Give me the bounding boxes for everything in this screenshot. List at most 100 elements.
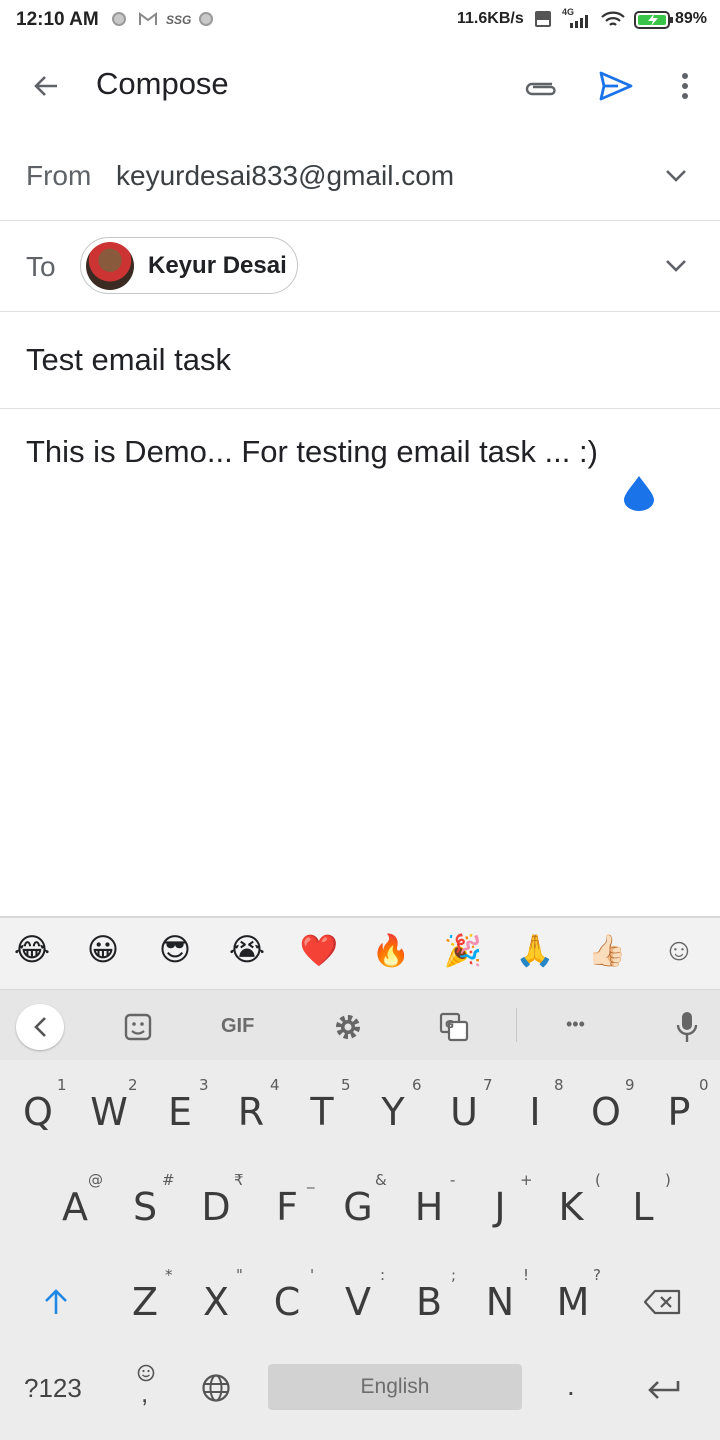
key-hint: " [236,1266,243,1284]
send-icon[interactable] [594,64,638,108]
translate-icon[interactable]: G [436,1010,472,1044]
recipient-chip[interactable]: Keyur Desai [80,237,298,294]
key-y[interactable]: Y [365,1090,421,1134]
chevron-down-icon[interactable] [660,160,692,192]
key-f[interactable]: F [259,1185,315,1229]
key-hint: 5 [341,1076,351,1094]
period-key[interactable]: . [567,1370,575,1402]
key-l[interactable]: L [615,1185,671,1229]
key-p[interactable]: P [651,1090,707,1134]
attachment-icon[interactable] [518,64,562,108]
key-hint: & [375,1171,387,1189]
key-hint: 6 [412,1076,422,1094]
emoji-key[interactable]: 🔥 [371,932,411,969]
to-label: To [26,251,56,282]
key-k[interactable]: K [543,1185,599,1229]
key-w[interactable]: W [81,1090,137,1134]
key-r[interactable]: R [223,1090,279,1134]
gif-button[interactable]: GIF [221,1015,254,1038]
gmail-notification-icon [139,12,157,25]
from-field[interactable]: keyurdesai833@gmail.com [116,160,454,192]
key-row-3: Z * X " C ' V : B ; N ! M ? [0,1250,720,1345]
key-hint: 9 [625,1076,635,1094]
key-a[interactable]: A [47,1185,103,1229]
gear-icon[interactable] [330,1010,366,1044]
back-arrow-icon[interactable] [24,64,68,108]
body-field[interactable]: This is Demo... For testing email task .… [26,434,598,470]
key-hint: 7 [483,1076,493,1094]
key-hint: # [162,1171,175,1189]
chevron-down-icon[interactable] [660,250,692,282]
svg-text:G: G [445,1018,454,1031]
compose-screen: 12:10 AM SSG 11.6KB/s 4G 89% Compose Fro… [0,0,720,1440]
emoji-key[interactable]: ☺ [659,932,699,968]
key-c[interactable]: C [259,1280,315,1324]
emoji-key[interactable]: 🙏 [515,932,555,969]
emoji-key[interactable]: 👍🏻 [587,932,627,969]
symbols-key[interactable]: ?123 [24,1373,82,1404]
key-hint: + [520,1171,533,1189]
from-label: From [26,160,92,191]
divider [0,220,720,221]
emoji-key[interactable]: ❤️ [299,932,339,969]
key-u[interactable]: U [436,1090,492,1134]
emoji-key[interactable]: 😎 [155,932,195,968]
network-speed: 11.6KB/s [457,10,524,27]
key-e[interactable]: E [152,1090,208,1134]
key-n[interactable]: N [472,1280,528,1324]
key-hint: 2 [128,1076,138,1094]
key-hint: 0 [699,1076,709,1094]
key-hint: 3 [199,1076,209,1094]
shift-icon[interactable] [34,1282,78,1322]
page-title: Compose [96,66,229,101]
emoji-key[interactable]: 🎉 [443,932,483,969]
volte-icon [535,11,551,27]
divider [0,408,720,409]
key-x[interactable]: X [188,1280,244,1324]
key-g[interactable]: G [330,1185,386,1229]
key-hint: : [380,1266,386,1284]
notification-dot-icon [199,12,213,26]
key-b[interactable]: B [401,1280,457,1324]
key-i[interactable]: I [507,1090,563,1134]
space-bar[interactable]: English [268,1364,522,1410]
keyboard: 😂 😀 😎 😭 ❤️ 🔥 🎉 🙏 👍🏻 ☺ GIF G ••• Q 1 W 2 … [0,916,720,1440]
key-hint: @ [88,1171,103,1189]
key-hint: 8 [554,1076,564,1094]
mic-icon[interactable] [670,1008,704,1046]
more-vert-icon[interactable] [663,64,707,108]
status-bar: 12:10 AM SSG 11.6KB/s 4G 89% [0,0,720,40]
status-time: 12:10 AM [16,9,99,30]
emoji-key[interactable]: 😀 [83,932,123,968]
key-h[interactable]: H [401,1185,457,1229]
key-s[interactable]: S [117,1185,173,1229]
backspace-icon[interactable] [640,1282,684,1322]
key-row-2: A @ S # D ₹ F _ G & H - J + K ( L ) [0,1155,720,1250]
key-j[interactable]: J [472,1185,528,1229]
subject-field[interactable]: Test email task [26,342,231,378]
emoji-key[interactable]: 😂 [12,932,52,968]
key-hint: ₹ [234,1171,244,1189]
sticker-icon[interactable] [120,1010,156,1044]
globe-icon[interactable] [198,1370,234,1406]
more-options-button[interactable]: ••• [566,1014,585,1035]
notification-dot-icon [112,12,126,26]
key-row-1: Q 1 W 2 E 3 R 4 T 5 Y 6 U 7 I 8 O 9 P 0 [0,1060,720,1155]
chevron-left-icon[interactable] [16,1004,64,1050]
recipient-name: Keyur Desai [148,251,287,279]
key-m[interactable]: M [545,1280,601,1324]
key-d[interactable]: D [188,1185,244,1229]
key-z[interactable]: Z [117,1280,173,1324]
text-cursor-handle-icon[interactable] [622,474,656,512]
key-hint: ' [310,1266,315,1284]
app-notification-icon: SSG [166,13,192,27]
divider [0,311,720,312]
key-t[interactable]: T [294,1090,350,1134]
key-v[interactable]: V [330,1280,386,1324]
key-o[interactable]: O [578,1090,634,1134]
enter-icon[interactable] [642,1372,686,1408]
comma-key[interactable]: , [134,1362,160,1412]
key-hint: ( [595,1171,601,1189]
emoji-key[interactable]: 😭 [227,932,267,968]
key-q[interactable]: Q [10,1090,66,1134]
